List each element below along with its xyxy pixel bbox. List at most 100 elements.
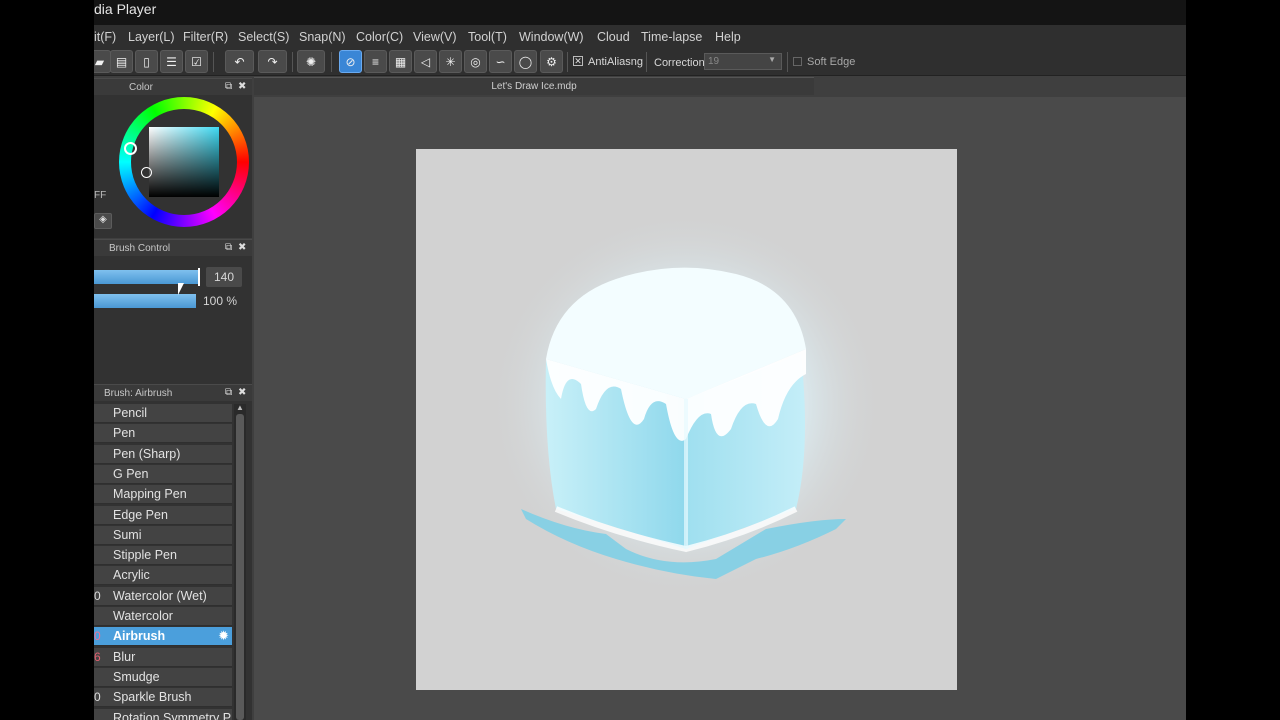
brush-size-value-box[interactable]: 140 — [206, 267, 242, 287]
hue-marker[interactable] — [124, 142, 137, 155]
brush-name: Blur — [113, 649, 136, 664]
color-panel-header: Color ⧉ ✖ — [94, 78, 252, 95]
chevron-down-icon: ▼ — [768, 55, 776, 64]
color-panel: FF ◈ — [94, 95, 252, 238]
page-icon[interactable]: ▯ — [135, 50, 158, 73]
menu-cloud[interactable]: Cloud — [597, 30, 630, 44]
menu-tool[interactable]: Tool(T) — [468, 30, 507, 44]
brush-list-item[interactable]: Mapping Pen — [94, 485, 232, 505]
toolbar-separator — [213, 52, 214, 72]
brush-list-item[interactable]: Smudge — [94, 667, 232, 687]
brush-list-item[interactable]: Pen — [94, 424, 232, 444]
list-icon[interactable]: ☰ — [160, 50, 183, 73]
brush-list-item[interactable]: Rotation Symmetry P — [94, 708, 232, 720]
comment-icon[interactable]: ▤ — [110, 50, 133, 73]
menu-time-lapse[interactable]: Time-lapse — [641, 30, 702, 44]
brush-name: Edge Pen — [113, 507, 168, 522]
soft-edge-label: Soft Edge — [807, 56, 856, 68]
scrollbar-thumb[interactable] — [236, 414, 244, 720]
correction-value: 19 — [708, 56, 720, 67]
brush-list-item[interactable]: 0 Sparkle Brush — [94, 688, 232, 708]
document-tab[interactable]: Let's Draw Ice.mdp — [254, 77, 814, 95]
brush-list-item[interactable]: Acrylic — [94, 566, 232, 586]
scroll-up-icon[interactable]: ▲ — [236, 403, 244, 412]
menu-select[interactable]: Select(S) — [238, 30, 289, 44]
brush-size-slider[interactable] — [94, 270, 198, 284]
menu-help[interactable]: Help — [715, 30, 741, 44]
brush-list-item[interactable]: Edge Pen — [94, 505, 232, 525]
detach-icon[interactable]: ⧉ — [225, 81, 232, 92]
brush-settings-gear-icon[interactable]: ✹ — [218, 628, 229, 644]
soft-edge-checkbox[interactable] — [793, 57, 802, 66]
brush-panel-title: Brush: Airbrush — [104, 388, 173, 399]
brush-size-value: 140 — [213, 270, 235, 284]
palette-icon[interactable]: ◈ — [94, 213, 112, 229]
brush-slot-number: 6 — [94, 649, 101, 664]
gear-icon[interactable]: ⚙ — [540, 50, 563, 73]
detach-icon[interactable]: ⧉ — [225, 242, 232, 253]
brush-list-item[interactable]: 0 Airbrush ✹ — [94, 627, 232, 647]
mouse-cursor-icon — [178, 283, 187, 295]
parallel-snap-icon[interactable]: ≡ — [364, 50, 387, 73]
menu-view[interactable]: View(V) — [413, 30, 457, 44]
brush-list-item[interactable]: G Pen — [94, 464, 232, 484]
brush-name: Sumi — [113, 527, 142, 542]
brush-list-item[interactable]: Pen (Sharp) — [94, 444, 232, 464]
brush-panel: Pencil Pen Pen (Sharp) G Pen Mapping Pen Edge… — [94, 401, 252, 720]
brush-control-header: Brush Control ⧉ ✖ — [94, 239, 252, 256]
drawing-canvas[interactable] — [416, 149, 957, 690]
close-icon[interactable]: ✖ — [238, 81, 246, 92]
menu-window[interactable]: Window(W) — [519, 30, 584, 44]
menu-color[interactable]: Color(C) — [356, 30, 403, 44]
color-panel-title: Color — [129, 82, 153, 93]
brush-name: Sparkle Brush — [113, 690, 192, 705]
title-bar: dia Player — [94, 0, 1186, 25]
concentric-snap-icon[interactable]: ◎ — [464, 50, 487, 73]
brush-list-item[interactable]: Sumi — [94, 525, 232, 545]
color-picker-marker[interactable] — [141, 167, 152, 178]
brush-name: Smudge — [113, 669, 160, 684]
saturation-square[interactable] — [141, 127, 219, 197]
antialias-checkbox[interactable]: ✕ — [573, 56, 583, 66]
close-icon[interactable]: ✖ — [238, 387, 246, 398]
toolbar-separator — [787, 52, 788, 72]
menu-filter[interactable]: Filter(R) — [183, 30, 228, 44]
speech-bubble-icon[interactable]: ▰ — [94, 50, 111, 73]
brush-opacity-slider[interactable] — [94, 294, 196, 308]
brush-list-item[interactable]: Pencil — [94, 404, 232, 423]
brush-name: Pen (Sharp) — [113, 446, 181, 461]
brush-list-item[interactable]: Watercolor — [94, 607, 232, 626]
brush-panel-header: Brush: Airbrush ⧉ ✖ — [94, 384, 252, 401]
grid-snap-icon[interactable]: ▦ — [389, 50, 412, 73]
brush-name: Airbrush — [113, 629, 166, 644]
correction-select[interactable]: 19 ▼ — [704, 53, 782, 70]
brush-list-item[interactable]: 0 Watercolor (Wet) — [94, 586, 232, 606]
loading-icon[interactable]: ✺ — [297, 50, 325, 73]
app-window: dia Player it(F) Layer(L) Filter(R) Sele… — [94, 0, 1186, 720]
brush-control-panel: 140 100 % — [94, 256, 252, 384]
brush-size-slider-handle[interactable] — [198, 268, 200, 286]
circle-snap-icon[interactable]: ◯ — [514, 50, 537, 73]
brush-control-title: Brush Control — [109, 243, 171, 254]
menu-layer[interactable]: Layer(L) — [128, 30, 175, 44]
scrollbar-track[interactable]: ▲ — [234, 403, 246, 720]
snap-off-icon[interactable]: ⊘ — [339, 50, 362, 73]
brush-list-item[interactable]: Stipple Pen — [94, 546, 232, 566]
perspective-snap-icon[interactable]: ◁ — [414, 50, 437, 73]
checklist-icon[interactable]: ☑ — [185, 50, 208, 73]
correction-label: Correction — [654, 57, 705, 69]
document-tab-title: Let's Draw Ice.mdp — [491, 81, 577, 92]
close-icon[interactable]: ✖ — [238, 242, 246, 253]
undo-icon[interactable]: ↶ — [225, 50, 254, 73]
brush-slot-number: 0 — [94, 690, 101, 705]
redo-icon[interactable]: ↷ — [258, 50, 287, 73]
menu-edit[interactable]: it(F) — [94, 30, 116, 44]
brush-slot-number: 0 — [94, 588, 101, 603]
brush-list-item[interactable]: 6 Blur — [94, 647, 232, 667]
menu-snap[interactable]: Snap(N) — [299, 30, 346, 44]
toolbar-separator — [292, 52, 293, 72]
detach-icon[interactable]: ⧉ — [225, 387, 232, 398]
brush-name: Stipple Pen — [113, 548, 177, 563]
radial-snap-icon[interactable]: ✳ — [439, 50, 462, 73]
curve-snap-icon[interactable]: ∽ — [489, 50, 512, 73]
